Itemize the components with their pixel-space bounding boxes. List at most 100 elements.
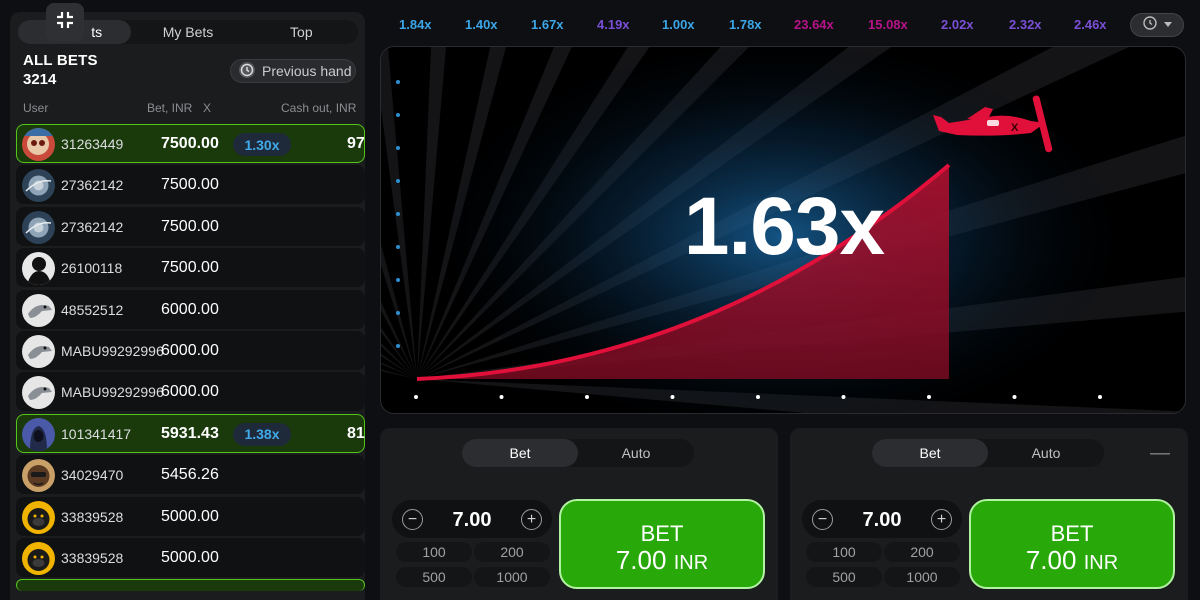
bet-row: 33839528 5000.00: [16, 496, 365, 536]
game-screen: ts My Bets Top ALL BETS 3214 Previous ha…: [0, 0, 1200, 600]
tab-label: Bet: [919, 445, 941, 461]
current-multiplier: 1.63x: [683, 181, 885, 272]
increase-button[interactable]: +: [931, 509, 952, 530]
x-axis-dot: [499, 395, 504, 399]
x-axis-dot: [414, 395, 418, 399]
x-axis-dot: [585, 395, 589, 399]
bet-panel: Bet Auto — −7.00 + 100 200 500 1000 BET 7.00 INR: [790, 428, 1188, 600]
bet-row-user: 33839528: [61, 549, 124, 566]
y-axis-dot: [396, 146, 400, 150]
bet-row-user: 34029470: [61, 467, 124, 484]
collapse-button[interactable]: [46, 3, 84, 41]
previous-hand-button[interactable]: Previous hand: [230, 59, 356, 83]
collapse-icon: [54, 9, 76, 36]
tab-auto[interactable]: Auto: [578, 439, 694, 467]
place-bet-button[interactable]: BET 7.00 INR: [969, 499, 1175, 589]
bet-row-user: 27362142: [61, 177, 124, 194]
bet-mode-switch: Bet Auto: [872, 439, 1104, 467]
history-multiplier[interactable]: 15.08x: [868, 17, 908, 32]
history-multiplier[interactable]: 1.67x: [531, 17, 564, 32]
bets-list: 31263449 7500.00 1.30x 97 27362142 7500.00 273…: [16, 124, 365, 594]
tab-bet[interactable]: Bet: [462, 439, 578, 467]
bet-button-title: BET: [640, 521, 684, 546]
tab-my-bets[interactable]: My Bets: [131, 20, 244, 44]
history-multiplier[interactable]: 2.02x: [941, 17, 974, 32]
quick-amount-button[interactable]: 500: [806, 567, 882, 587]
history-toggle-button[interactable]: [1130, 13, 1184, 37]
bet-button-title: BET: [1050, 521, 1094, 546]
bet-row-amount: 7500.00: [161, 135, 219, 152]
chevron-down-icon: [1163, 16, 1173, 34]
previous-hand-label: Previous hand: [262, 63, 352, 79]
all-bets-count: 3214: [23, 71, 57, 88]
x-axis-dot: [1012, 395, 1017, 399]
bet-row-user: 48552512: [61, 301, 124, 318]
remove-panel-button[interactable]: —: [1150, 442, 1170, 465]
tab-label: Auto: [621, 445, 651, 461]
bet-row-multiplier: 1.38x: [233, 422, 291, 446]
tab-label: Bet: [509, 445, 531, 461]
history-icon: [237, 60, 257, 83]
history-multiplier[interactable]: 2.46x: [1074, 17, 1107, 32]
history-multiplier[interactable]: 1.84x: [399, 17, 432, 32]
history-multiplier[interactable]: 1.00x: [662, 17, 695, 32]
avatar: [22, 293, 55, 327]
avatar: [22, 128, 55, 161]
avatar: [22, 541, 55, 575]
bet-button-currency: INR: [673, 552, 709, 574]
quick-amount-button[interactable]: 200: [884, 542, 960, 562]
bet-row-amount: 6000.00: [161, 341, 219, 359]
x-axis-dot: [927, 395, 931, 399]
bet-row-user: 26100118: [61, 260, 123, 277]
avatar: [22, 417, 55, 451]
increase-button[interactable]: +: [521, 509, 542, 530]
tab-bet[interactable]: Bet: [872, 439, 988, 467]
quick-amount-button[interactable]: 1000: [474, 567, 550, 587]
bet-panel: Bet Auto −7.00 + 100 200 500 1000 BET 7.00 INR: [380, 428, 778, 600]
bet-row-amount: 6000.00: [161, 383, 219, 401]
quick-amount-button[interactable]: 1000: [884, 567, 960, 587]
bet-row: 31263449 7500.00 1.30x 97: [16, 124, 365, 163]
quick-amount-button[interactable]: 500: [396, 567, 472, 587]
bet-row-amount: 5000.00: [161, 548, 219, 566]
tab-top[interactable]: Top: [245, 20, 358, 44]
tab-auto[interactable]: Auto: [988, 439, 1104, 467]
bet-row-user: 33839528: [61, 508, 124, 525]
bet-row-amount: 7500.00: [161, 176, 219, 194]
avatar: [22, 459, 55, 493]
quick-amount-button[interactable]: 200: [474, 542, 550, 562]
col-cashout: Cash out, INR: [281, 101, 357, 115]
bet-row-user: MABU99292996: [61, 342, 164, 359]
bet-row: 27362142 7500.00: [16, 165, 365, 205]
history-multiplier[interactable]: 4.19x: [597, 17, 630, 32]
avatar: [22, 169, 55, 203]
bet-row-user: 31263449: [61, 136, 124, 152]
bet-button-currency: INR: [1083, 552, 1119, 574]
history-multiplier[interactable]: 23.64x: [794, 17, 834, 32]
x-axis-dot: [670, 395, 675, 399]
bet-row-user: 101341417: [61, 425, 132, 442]
bet-amount-stepper: −7.00 +: [802, 500, 962, 538]
x-axis-dots: [414, 395, 1102, 399]
history-multiplier[interactable]: 1.78x: [729, 17, 762, 32]
bet-row-cashout: 81: [347, 424, 365, 442]
quick-amount-button[interactable]: 100: [806, 542, 882, 562]
multiplier-history: 1.84x 1.40x 1.67x 4.19x 1.00x 1.78x 23.64x 15.0…: [378, 10, 1188, 40]
bet-row-amount: 5931.43: [161, 424, 219, 442]
bets-panel: ts My Bets Top ALL BETS 3214 Previous ha…: [10, 12, 365, 600]
history-icon: [1142, 15, 1158, 36]
history-multiplier[interactable]: 1.40x: [465, 17, 498, 32]
x-axis-dot: [1098, 395, 1102, 399]
col-user: User: [23, 101, 49, 115]
bet-row-amount: 6000.00: [161, 300, 219, 318]
place-bet-button[interactable]: BET 7.00 INR: [559, 499, 765, 589]
bet-button-amount-line: 7.00 INR: [561, 545, 763, 576]
y-axis-dot: [396, 344, 400, 348]
avatar: [22, 252, 55, 286]
tab-label: My Bets: [162, 24, 214, 40]
bet-row-amount: 5000.00: [161, 507, 219, 525]
all-bets-title: ALL BETS: [23, 52, 98, 69]
avatar: [22, 334, 55, 368]
quick-amount-button[interactable]: 100: [396, 542, 472, 562]
history-multiplier[interactable]: 2.32x: [1009, 17, 1042, 32]
